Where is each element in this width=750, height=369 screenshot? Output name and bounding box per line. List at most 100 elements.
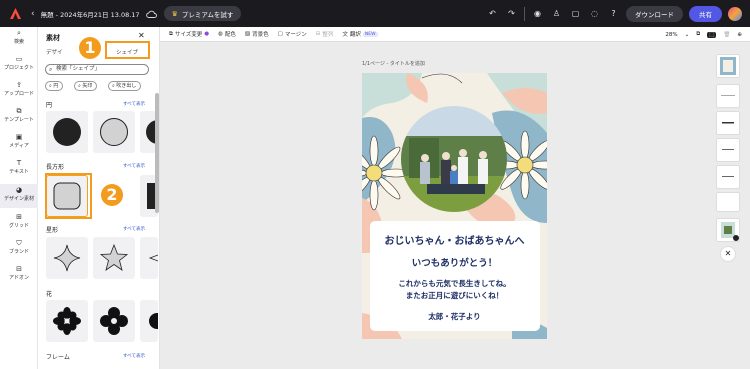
greeting-heading[interactable]: おじいちゃん・おばあちゃんへ: [362, 232, 547, 247]
undo-icon[interactable]: ↶: [486, 7, 499, 20]
step-badge-2: 2: [101, 184, 123, 206]
rail-item-label: デザイン素材: [3, 196, 34, 202]
rail-item-upload[interactable]: ⇪ アップロード: [0, 81, 38, 103]
thumbnail-photo[interactable]: [716, 218, 740, 242]
zoom-level[interactable]: 28%: [665, 32, 677, 38]
thumbnail-text[interactable]: [716, 165, 740, 189]
rail-item-design-elements[interactable]: ◕ デザイン素材: [0, 184, 38, 208]
document-title[interactable]: 無題 - 2024年6月21日 13.08.17: [41, 9, 140, 19]
adobe-express-logo-icon[interactable]: [8, 7, 22, 21]
select-tool-icon[interactable]: ⬚: [707, 31, 717, 38]
see-all-link[interactable]: すべて表示: [123, 101, 145, 107]
thumbnail-image[interactable]: [716, 54, 740, 78]
rail-item-addons[interactable]: ⊟ アドオン: [0, 265, 38, 287]
design-page[interactable]: おじいちゃん・おばあちゃんへ いつもありがとう！ これからも元気で長生きしてね。…: [362, 73, 547, 339]
shape-tile-star-partial[interactable]: [140, 237, 158, 279]
rail-item-templates[interactable]: ⧉ テンプレート: [0, 107, 38, 129]
message-line-2[interactable]: またお正月に遊びにいくね！: [362, 290, 547, 301]
message-line-1[interactable]: これからも元気で長生きしてね。: [362, 278, 547, 289]
redo-icon[interactable]: ↷: [505, 7, 518, 20]
brand-icon: ⛉: [16, 239, 22, 247]
rail-item-text[interactable]: T テキスト: [0, 159, 38, 181]
translate-button[interactable]: 文翻訳 NEW: [342, 30, 378, 38]
filter-chip-speech-bubble[interactable]: ⌕ 吹き出し: [108, 81, 142, 91]
layers-icon[interactable]: ⧉: [696, 31, 700, 38]
thumbnail-text[interactable]: [716, 111, 740, 135]
media-icon: ▣: [15, 133, 23, 141]
search-value: 検索「シェイプ」: [56, 66, 101, 72]
template-icon: ⧉: [16, 107, 22, 115]
background-color-button[interactable]: ▨ 背景色: [245, 30, 269, 38]
highlight-rounded-rectangle: [45, 173, 92, 219]
search-input[interactable]: ⌕ 検索「シェイプ」: [45, 64, 149, 75]
grid-icon: ⊞: [16, 213, 22, 221]
thanks-heading[interactable]: いつもありがとう！: [362, 255, 547, 269]
rail-item-label: プロジェクト: [3, 65, 34, 71]
shape-tile-four-point-star[interactable]: [46, 237, 88, 279]
panel-scrollbar[interactable]: [155, 93, 159, 213]
family-photo[interactable]: [401, 106, 507, 212]
share-button[interactable]: 共有: [689, 5, 722, 22]
delete-icon[interactable]: 🗑: [723, 32, 730, 38]
rail-item-media[interactable]: ▣ メディア: [0, 133, 38, 155]
avatar[interactable]: [728, 6, 742, 21]
page-label[interactable]: 1/1ページ - タイトルを追加: [362, 60, 425, 67]
section-title: 花: [46, 291, 53, 298]
thumbnail-text[interactable]: [716, 84, 740, 108]
folder-icon: ▭: [15, 55, 23, 63]
back-chevron-icon[interactable]: ‹: [31, 9, 35, 19]
divider: [524, 6, 525, 21]
filter-chip-arrow[interactable]: ⌕ 矢印: [74, 81, 98, 91]
comment-icon[interactable]: ▢: [569, 7, 582, 20]
top-bar: ‹ 無題 - 2024年6月21日 13.08.17 ♛ プレミアムを試す ↶ …: [0, 0, 750, 27]
rail-item-label: 検索: [13, 39, 24, 45]
resize-button[interactable]: ⧉ サイズ変更 ●: [169, 30, 210, 39]
try-premium-button[interactable]: ♛ プレミアムを試す: [163, 6, 242, 21]
help-icon[interactable]: ?: [607, 7, 620, 20]
align-button[interactable]: ⊟ 整列: [316, 30, 334, 38]
background-color-label: 背景色: [252, 32, 269, 38]
shape-tile-flower-partial[interactable]: [140, 300, 158, 342]
thumbnail-blank[interactable]: [716, 192, 740, 212]
text-icon: T: [16, 159, 22, 167]
section-title: 円: [46, 102, 53, 109]
rail-item-label: アドオン: [8, 275, 29, 281]
see-all-link[interactable]: すべて表示: [123, 163, 145, 169]
chat-icon[interactable]: ◌: [588, 7, 601, 20]
step-badge-1: 1: [79, 37, 101, 59]
add-page-icon[interactable]: ⊕: [737, 32, 742, 38]
see-all-link[interactable]: すべて表示: [123, 226, 145, 232]
rail-item-projects[interactable]: ▭ プロジェクト: [0, 55, 38, 77]
thumbnail-text[interactable]: [716, 138, 740, 162]
chip-label: 矢印: [82, 83, 93, 89]
premium-icon: ●: [204, 31, 210, 37]
tab-design[interactable]: デザイ: [46, 48, 63, 56]
close-icon[interactable]: ✕: [720, 246, 736, 262]
rail-item-grid[interactable]: ⊞ グリッド: [0, 213, 38, 235]
shape-tile-flower[interactable]: [46, 300, 88, 342]
person-icon[interactable]: ♙: [550, 7, 563, 20]
rail-item-brand[interactable]: ⛉ ブランド: [0, 239, 38, 261]
translate-icon: 文: [342, 32, 348, 38]
shape-tile-scalloped-flower[interactable]: [93, 300, 135, 342]
zoom-chevron-icon[interactable]: ⌄: [685, 32, 690, 38]
signature-text[interactable]: 太郎・花子より: [362, 311, 547, 322]
color-scheme-label: 配色: [224, 32, 236, 38]
upload-icon: ⇪: [16, 81, 22, 89]
color-scheme-button[interactable]: ◍ 配色: [218, 30, 236, 38]
download-button[interactable]: ダウンロード: [626, 5, 683, 22]
chip-label: 吹き出し: [116, 83, 137, 89]
section-title: 長方形: [46, 164, 65, 171]
search-icon: ⌕: [17, 29, 21, 37]
rail-item-search[interactable]: ⌕ 検索: [0, 29, 38, 51]
see-all-link[interactable]: すべて表示: [123, 353, 145, 359]
shape-tile-five-point-star[interactable]: [93, 237, 135, 279]
resize-label: サイズ変更: [174, 32, 203, 38]
filter-chip-circle[interactable]: ⌕ 円: [45, 81, 64, 91]
margin-button[interactable]: ▢ マージン: [278, 30, 307, 38]
location-pin-icon[interactable]: ◉: [531, 7, 544, 20]
shape-tile-black-circle[interactable]: [46, 111, 88, 153]
align-icon: ⊟: [315, 31, 321, 37]
shape-tile-gray-circle[interactable]: [93, 111, 135, 153]
close-icon[interactable]: ✕: [138, 31, 145, 40]
